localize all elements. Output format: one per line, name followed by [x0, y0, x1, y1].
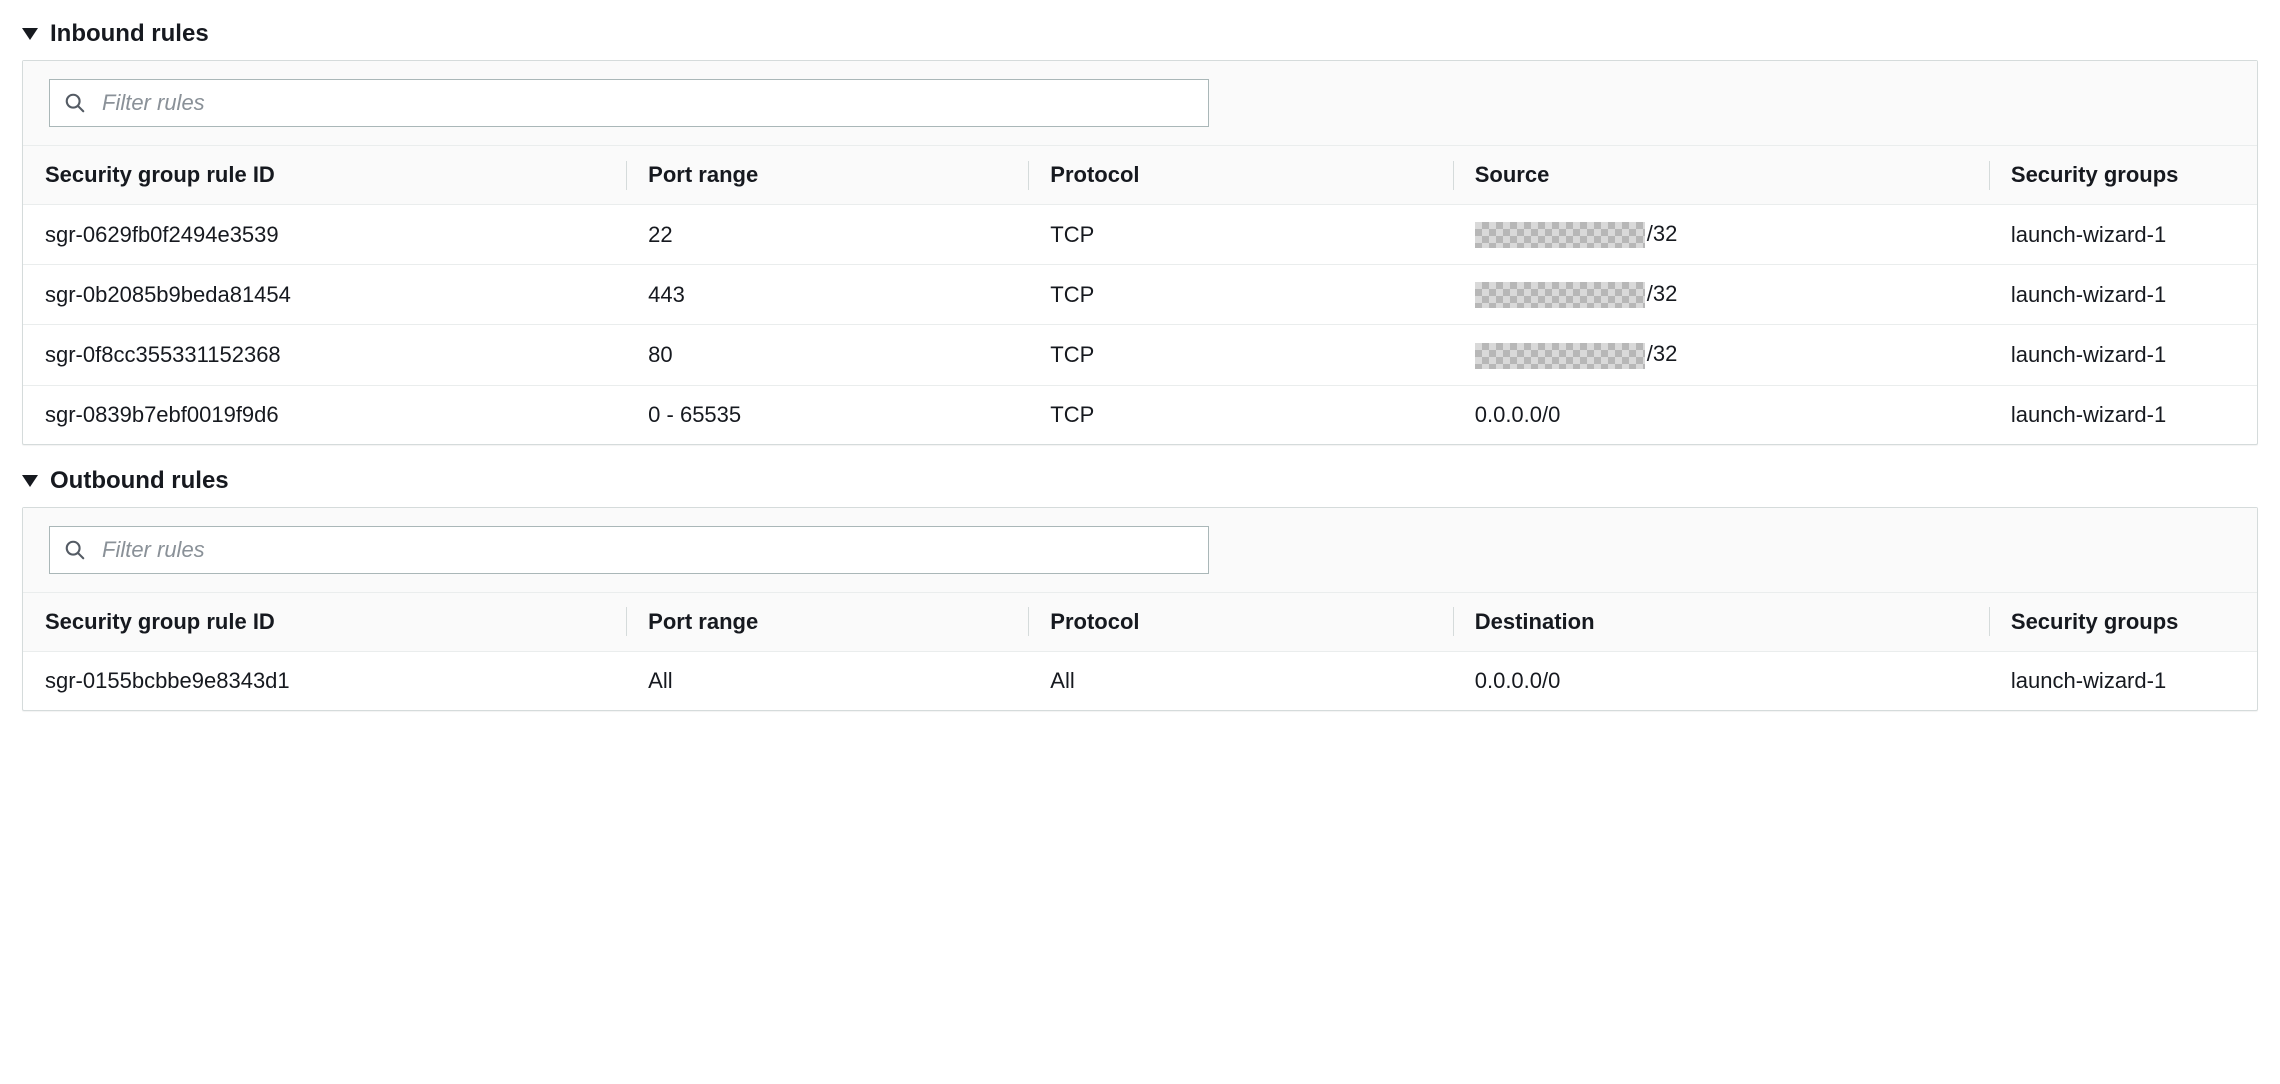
inbound-rules-section: Inbound rules Security group ru: [22, 16, 2258, 445]
outbound-rules-table: Security group rule ID Port range Protoc…: [23, 592, 2257, 710]
col-header-sg[interactable]: Security groups: [1989, 592, 2257, 651]
search-icon: [64, 539, 86, 561]
cell-rule-id: sgr-0629fb0f2494e3539: [23, 205, 626, 265]
inbound-rules-panel: Security group rule ID Port range Protoc…: [22, 60, 2258, 445]
inbound-filter-input-wrap[interactable]: [49, 79, 1209, 127]
col-header-sg[interactable]: Security groups: [1989, 146, 2257, 205]
cell-protocol: TCP: [1028, 385, 1452, 444]
caret-down-icon: [22, 28, 38, 40]
cell-source: 0.0.0.0/0: [1453, 385, 1989, 444]
inbound-rules-toggle[interactable]: Inbound rules: [22, 16, 2258, 60]
outbound-filter-input[interactable]: [100, 536, 1194, 564]
caret-down-icon: [22, 475, 38, 487]
cell-security-group: launch-wizard-1: [1989, 651, 2257, 710]
cell-source: /32: [1453, 205, 1989, 265]
cell-protocol: TCP: [1028, 205, 1452, 265]
inbound-filter-bar: [23, 61, 2257, 145]
col-header-protocol[interactable]: Protocol: [1028, 146, 1452, 205]
inbound-table-header-row: Security group rule ID Port range Protoc…: [23, 146, 2257, 205]
col-header-rule-id[interactable]: Security group rule ID: [23, 592, 626, 651]
cell-protocol: TCP: [1028, 325, 1452, 385]
inbound-rules-table: Security group rule ID Port range Protoc…: [23, 145, 2257, 444]
cell-source: /32: [1453, 325, 1989, 385]
redacted-ip-icon: [1475, 343, 1645, 369]
inbound-rules-title: Inbound rules: [50, 20, 209, 48]
cell-source: /32: [1453, 265, 1989, 325]
cell-port-range: 80: [626, 325, 1028, 385]
col-header-port[interactable]: Port range: [626, 146, 1028, 205]
source-suffix: /32: [1647, 281, 1678, 306]
col-header-source[interactable]: Source: [1453, 146, 1989, 205]
table-row[interactable]: sgr-0839b7ebf0019f9d60 - 65535TCP0.0.0.0…: [23, 385, 2257, 444]
search-icon: [64, 92, 86, 114]
source-suffix: /32: [1647, 341, 1678, 366]
col-header-destination[interactable]: Destination: [1453, 592, 1989, 651]
cell-security-group: launch-wizard-1: [1989, 265, 2257, 325]
table-row[interactable]: sgr-0629fb0f2494e353922TCP/32 launch-wiza…: [23, 205, 2257, 265]
cell-source: 0.0.0.0/0: [1453, 651, 1989, 710]
redacted-ip-icon: [1475, 282, 1645, 308]
col-header-port[interactable]: Port range: [626, 592, 1028, 651]
table-row[interactable]: sgr-0f8cc35533115236880TCP/32 launch-wiza…: [23, 325, 2257, 385]
cell-rule-id: sgr-0f8cc355331152368: [23, 325, 626, 385]
redacted-ip-icon: [1475, 222, 1645, 248]
outbound-filter-input-wrap[interactable]: [49, 526, 1209, 574]
cell-port-range: All: [626, 651, 1028, 710]
cell-rule-id: sgr-0839b7ebf0019f9d6: [23, 385, 626, 444]
cell-security-group: launch-wizard-1: [1989, 325, 2257, 385]
col-header-protocol[interactable]: Protocol: [1028, 592, 1452, 651]
cell-security-group: launch-wizard-1: [1989, 205, 2257, 265]
col-header-rule-id[interactable]: Security group rule ID: [23, 146, 626, 205]
cell-rule-id: sgr-0155bcbbe9e8343d1: [23, 651, 626, 710]
outbound-rules-panel: Security group rule ID Port range Protoc…: [22, 507, 2258, 711]
source-suffix: /32: [1647, 221, 1678, 246]
cell-protocol: TCP: [1028, 265, 1452, 325]
inbound-filter-input[interactable]: [100, 89, 1194, 117]
cell-rule-id: sgr-0b2085b9beda81454: [23, 265, 626, 325]
outbound-filter-bar: [23, 508, 2257, 592]
outbound-rules-title: Outbound rules: [50, 467, 229, 495]
cell-port-range: 443: [626, 265, 1028, 325]
outbound-rules-toggle[interactable]: Outbound rules: [22, 463, 2258, 507]
cell-protocol: All: [1028, 651, 1452, 710]
outbound-table-header-row: Security group rule ID Port range Protoc…: [23, 592, 2257, 651]
outbound-rules-section: Outbound rules Security group r: [22, 463, 2258, 711]
cell-security-group: launch-wizard-1: [1989, 385, 2257, 444]
table-row[interactable]: sgr-0155bcbbe9e8343d1AllAll0.0.0.0/0laun…: [23, 651, 2257, 710]
cell-port-range: 22: [626, 205, 1028, 265]
table-row[interactable]: sgr-0b2085b9beda81454443TCP/32 launch-wiz…: [23, 265, 2257, 325]
cell-port-range: 0 - 65535: [626, 385, 1028, 444]
